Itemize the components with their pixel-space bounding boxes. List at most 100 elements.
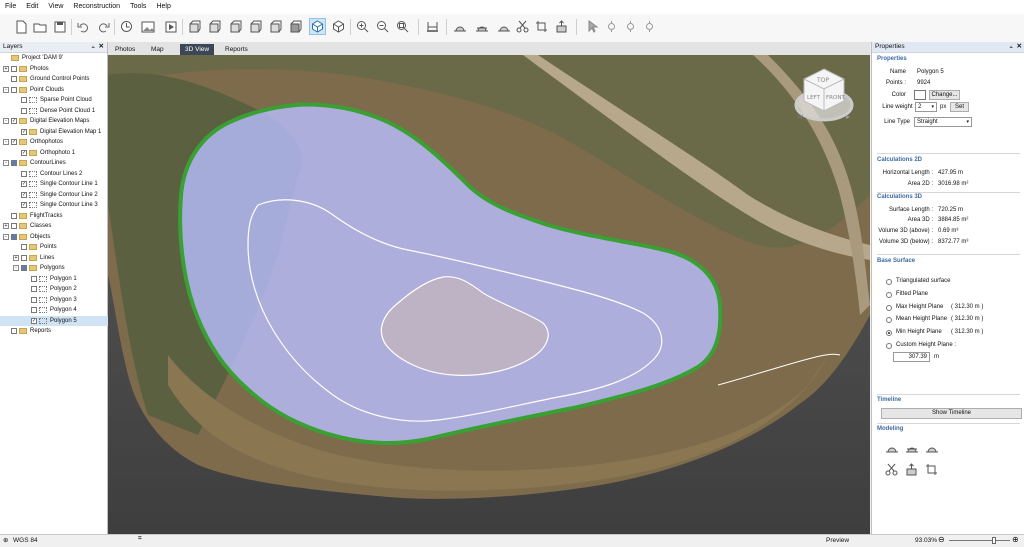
base-surface-radio[interactable] [886,317,892,324]
base-surface-option-label[interactable]: Min Height Plane [896,329,942,335]
layer-row[interactable]: Contour Lines 2 [13,169,82,179]
layer-visibility-checkbox[interactable] [11,212,17,219]
layer-row[interactable]: Polygon 1 [23,274,77,284]
layer-visibility-checkbox[interactable]: ✓ [21,181,27,187]
cut-icon[interactable] [514,18,531,35]
base-surface-option-label[interactable]: Max Height Plane [896,304,943,310]
pin-icon[interactable]: ⫠ [91,42,95,52]
zoom-out-icon[interactable]: ⊖ [938,535,945,544]
layer-visibility-checkbox[interactable]: ✓ [11,118,17,124]
layer-row[interactable]: - Objects [3,232,50,242]
modeling-extrude-icon[interactable] [905,463,918,478]
tab-3d-view[interactable]: 3D View [180,44,215,55]
view-front-icon[interactable] [186,18,203,35]
layer-row[interactable]: + Photos [3,64,49,74]
collapse-icon[interactable]: - [3,86,9,93]
layer-visibility-checkbox[interactable] [11,233,17,240]
custom-height-input[interactable]: 307.39 [893,352,930,362]
layer-row[interactable]: Dense Point Cloud 1 [13,106,95,116]
base-surface-radio[interactable] [886,291,892,298]
layer-row[interactable]: + Lines [13,253,54,263]
zoom-out-icon[interactable] [374,18,391,35]
open-folder-icon[interactable] [31,18,48,35]
layer-row[interactable]: ✓ Digital Elevation Map 1 [13,127,101,137]
base-surface-radio[interactable] [886,330,892,337]
base-surface-radio[interactable] [886,343,892,349]
measure-icon[interactable] [424,18,441,35]
layer-visibility-checkbox[interactable] [21,265,27,271]
layer-visibility-checkbox[interactable]: ✓ [21,128,27,135]
base-surface-radio[interactable] [886,279,892,285]
layer-visibility-checkbox[interactable] [21,107,27,114]
collapse-icon[interactable]: - [3,118,9,124]
zoom-slider-thumb[interactable] [992,537,997,544]
base-surface-option-label[interactable]: Fitted Plane [896,291,928,297]
move-node-icon[interactable] [622,18,639,35]
change-color-button[interactable]: Change... [929,90,960,100]
layer-row[interactable]: ✓ Single Contour Line 1 [13,179,98,189]
line-type-select[interactable]: Straight ▾ [914,117,972,127]
menu-reconstruction[interactable]: Reconstruction [68,0,125,10]
layer-row[interactable]: - ✓ Orthophotos [3,137,63,147]
save-icon[interactable] [51,18,68,35]
crop-icon[interactable] [533,18,550,35]
layer-row[interactable]: + Classes [3,221,51,231]
spinner-arrow-icon[interactable]: ▾ [931,103,934,111]
play-icon[interactable] [162,18,179,35]
modeling-height-icon[interactable] [925,442,939,456]
expand-icon[interactable]: + [13,254,19,261]
layer-visibility-checkbox[interactable]: ✓ [11,139,17,145]
layer-visibility-checkbox[interactable]: ✓ [21,191,27,198]
collapse-icon[interactable]: - [3,233,9,240]
viewcube-front[interactable]: FRONT [826,95,845,101]
layer-row[interactable]: Polygon 2 [23,284,77,294]
view-bottom-icon[interactable] [287,18,304,35]
layer-row[interactable]: - ✓ Digital Elevation Maps [3,116,89,126]
layer-row[interactable]: Polygon 3 [23,295,77,305]
layer-visibility-checkbox[interactable]: ✓ [21,202,27,208]
menu-help[interactable]: Help [151,0,175,10]
layer-row[interactable]: Points [13,242,57,252]
viewcube-top[interactable]: TOP [816,77,829,84]
select-arrow-icon[interactable] [584,18,601,35]
collapse-icon[interactable]: - [13,265,19,271]
view-top-icon[interactable] [267,18,284,35]
layer-visibility-checkbox[interactable] [11,160,17,166]
image-icon[interactable] [139,18,156,35]
menu-view[interactable]: View [43,0,68,10]
zoom-in-icon[interactable]: ⊕ [1012,535,1019,544]
layer-row[interactable]: Polygon 4 [23,305,77,315]
view-back-icon[interactable] [206,18,223,35]
zoom-slider-track[interactable] [949,540,1010,541]
collapse-icon[interactable]: - [3,160,9,166]
selection-tool-icon[interactable]: ⌗ [138,535,142,543]
base-surface-option-label[interactable]: Triangulated surface [896,278,950,284]
line-weight-spinner[interactable]: 2 ▾ [915,102,937,112]
undo-icon[interactable] [74,18,91,35]
base-surface-option-label[interactable]: Mean Height Plane [896,316,947,322]
view-3d-icon[interactable] [309,18,326,35]
set-line-weight-button[interactable]: Set [950,102,969,112]
menu-file[interactable]: File [0,0,21,10]
modeling-triangulated-icon[interactable] [885,442,899,456]
zoom-in-icon[interactable] [354,18,371,35]
menu-edit[interactable]: Edit [21,0,43,10]
menu-tools[interactable]: Tools [125,0,151,10]
layer-visibility-checkbox[interactable] [21,170,27,177]
layer-visibility-checkbox[interactable] [11,328,17,334]
layer-visibility-checkbox[interactable] [31,307,37,313]
collapse-icon[interactable]: - [3,139,9,145]
layer-visibility-checkbox[interactable] [31,275,37,282]
pin-icon[interactable]: ⫠ [1009,42,1013,52]
surface-triangulated-icon[interactable] [451,18,468,35]
modeling-cut-icon[interactable] [885,463,898,478]
base-surface-radio[interactable] [886,304,892,311]
layer-row[interactable]: ✓ Single Contour Line 3 [13,200,98,210]
layer-visibility-checkbox[interactable]: ✓ [31,317,37,324]
close-icon[interactable]: ✕ [99,42,104,52]
layer-visibility-checkbox[interactable] [11,223,17,229]
layer-row[interactable]: FlightTracks [3,211,62,221]
layer-row[interactable]: - ContourLines [3,158,66,168]
redo-icon[interactable] [95,18,112,35]
base-surface-option-label[interactable]: Custom Height Plane : [896,342,956,348]
